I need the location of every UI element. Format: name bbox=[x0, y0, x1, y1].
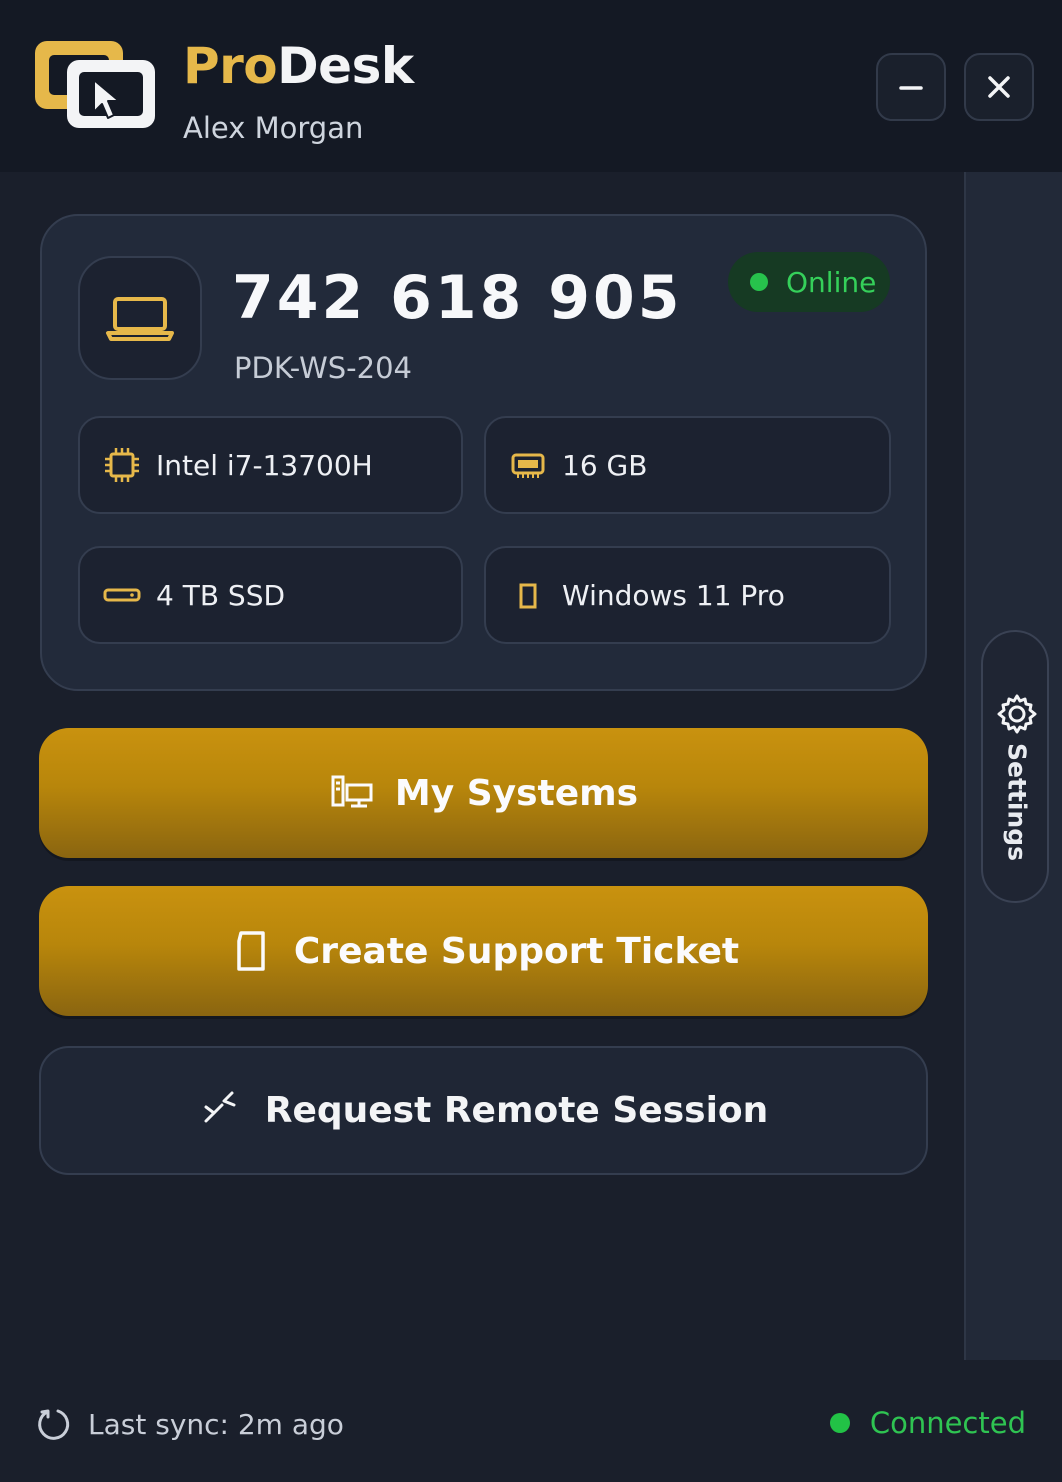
spec-os: Windows 11 Pro bbox=[484, 546, 891, 644]
settings-tab[interactable]: Settings bbox=[981, 630, 1049, 903]
spec-ram-label: 16 GB bbox=[562, 448, 648, 482]
cpu-icon bbox=[105, 448, 139, 482]
app-window: ProDesk Alex Morgan Settings 742 618 905… bbox=[0, 0, 1062, 1482]
title-bar: ProDesk Alex Morgan bbox=[0, 0, 1062, 172]
spec-storage: 4 TB SSD bbox=[78, 546, 463, 644]
minimize-icon bbox=[899, 86, 923, 90]
systems-icon bbox=[331, 775, 373, 808]
spec-os-label: Windows 11 Pro bbox=[562, 578, 785, 612]
connection-status: Connected bbox=[829, 1406, 1026, 1440]
sync-status: Last sync: 2m ago bbox=[36, 1406, 344, 1442]
brand-title: ProDesk bbox=[183, 36, 414, 96]
spec-cpu: Intel i7-13700H bbox=[78, 416, 463, 514]
brand-pro: Pro bbox=[183, 37, 278, 95]
device-name: PDK-WS-204 bbox=[234, 351, 412, 385]
my-systems-button[interactable]: My Systems bbox=[39, 728, 928, 858]
gear-icon bbox=[997, 694, 1037, 734]
my-systems-label: My Systems bbox=[394, 772, 639, 814]
create-support-ticket-button[interactable]: Create Support Ticket bbox=[39, 886, 928, 1016]
memory-icon bbox=[511, 453, 545, 478]
close-button[interactable] bbox=[964, 53, 1034, 121]
brand-desk: Desk bbox=[277, 37, 414, 95]
drive-icon bbox=[103, 588, 141, 602]
os-icon bbox=[519, 583, 537, 609]
device-id: 742 618 905 bbox=[232, 263, 683, 333]
request-remote-session-label: Request Remote Session bbox=[264, 1090, 769, 1131]
request-remote-session-button[interactable]: Request Remote Session bbox=[39, 1046, 928, 1175]
device-icon-box bbox=[78, 256, 202, 380]
refresh-icon[interactable] bbox=[36, 1406, 72, 1442]
create-support-ticket-label: Create Support Ticket bbox=[293, 930, 740, 972]
settings-label: Settings bbox=[1002, 742, 1032, 862]
close-icon bbox=[988, 76, 1010, 98]
spec-storage-label: 4 TB SSD bbox=[156, 578, 286, 612]
connection-dot bbox=[829, 1413, 850, 1433]
last-sync-text: Last sync: 2m ago bbox=[88, 1407, 344, 1441]
spec-cpu-label: Intel i7-13700H bbox=[156, 448, 373, 482]
ticket-icon bbox=[237, 931, 265, 971]
status-badge: Online bbox=[728, 252, 890, 312]
minimize-button[interactable] bbox=[876, 53, 946, 121]
user-name: Alex Morgan bbox=[183, 111, 364, 145]
status-bar: Last sync: 2m ago Connected bbox=[0, 1360, 1062, 1482]
status-text: Online bbox=[786, 265, 877, 299]
laptop-icon bbox=[106, 297, 174, 341]
remote-desktop-logo bbox=[35, 41, 155, 128]
remote-connect-icon bbox=[204, 1091, 236, 1122]
connection-text: Connected bbox=[869, 1406, 1026, 1440]
device-card: 742 618 905 PDK-WS-204 Online Intel i7-1… bbox=[40, 214, 927, 691]
spec-ram: 16 GB bbox=[484, 416, 891, 514]
status-dot bbox=[750, 273, 768, 291]
